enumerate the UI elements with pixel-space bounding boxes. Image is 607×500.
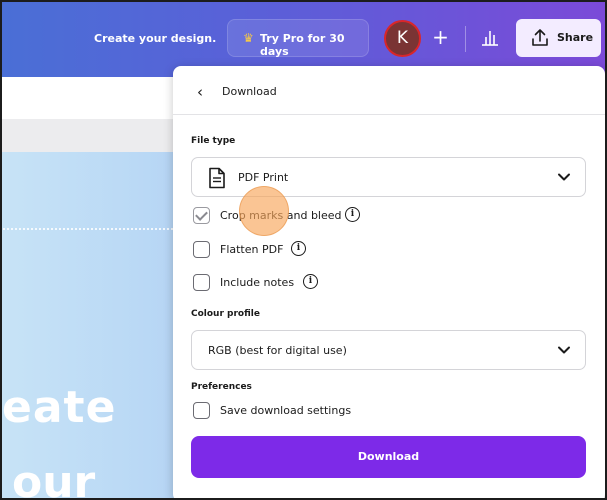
back-chevron-icon[interactable]: ‹: [197, 83, 203, 101]
upload-icon: [532, 29, 548, 46]
add-collaborator-button[interactable]: +: [422, 20, 459, 57]
colour-profile-label: Colour profile: [191, 309, 260, 319]
share-button[interactable]: Share: [516, 19, 601, 57]
include-notes-info-icon[interactable]: i: [303, 274, 318, 289]
try-pro-button[interactable]: ♛ Try Pro for 30 days: [227, 19, 369, 58]
avatar[interactable]: K: [384, 20, 421, 57]
plus-icon: +: [432, 25, 449, 49]
crop-marks-option[interactable]: Crop marks and bleed i: [193, 206, 393, 226]
flatten-pdf-label: Flatten PDF: [220, 243, 284, 256]
dotted-line: [2, 228, 177, 230]
divider: [465, 26, 466, 52]
panel-title: Download: [222, 85, 277, 98]
save-settings-checkbox[interactable]: [193, 402, 210, 419]
bar-chart-icon: [482, 31, 498, 46]
flatten-pdf-option[interactable]: Flatten PDF i: [193, 240, 343, 260]
flatten-pdf-checkbox[interactable]: [193, 241, 210, 258]
save-settings-label: Save download settings: [220, 404, 352, 417]
include-notes-label: Include notes: [220, 276, 295, 289]
document-icon: [209, 167, 225, 189]
insights-button[interactable]: [472, 20, 508, 56]
crop-marks-checkbox[interactable]: [193, 207, 210, 224]
colour-profile-select[interactable]: RGB (best for digital use): [191, 330, 586, 370]
file-type-value: PDF Print: [238, 171, 289, 184]
download-panel: ‹ Download File type PDF Print Crop mark…: [173, 66, 605, 498]
include-notes-option[interactable]: Include notes i: [193, 273, 343, 293]
crop-marks-info-icon[interactable]: i: [345, 207, 360, 222]
design-heading-line1: eate: [2, 382, 117, 433]
create-design-text: Create your design.: [94, 32, 217, 45]
preferences-label: Preferences: [191, 382, 252, 392]
crown-icon: ♛: [243, 31, 254, 45]
include-notes-checkbox[interactable]: [193, 274, 210, 291]
screen-frame: Create your design. ♛ Try Pro for 30 day…: [0, 0, 607, 500]
colour-profile-value: RGB (best for digital use): [208, 344, 347, 357]
save-settings-option[interactable]: Save download settings: [193, 401, 373, 421]
design-heading-line2: our: [12, 457, 96, 500]
chevron-down-icon: [558, 346, 570, 354]
chevron-down-icon: [558, 173, 570, 181]
cursor-highlight: [239, 186, 289, 236]
header-divider: [173, 114, 605, 115]
download-button[interactable]: Download: [191, 436, 586, 478]
file-type-label: File type: [191, 136, 236, 146]
share-label: Share: [557, 31, 594, 44]
try-pro-label: Try Pro for 30 days: [260, 32, 345, 58]
flatten-pdf-info-icon[interactable]: i: [291, 241, 306, 256]
